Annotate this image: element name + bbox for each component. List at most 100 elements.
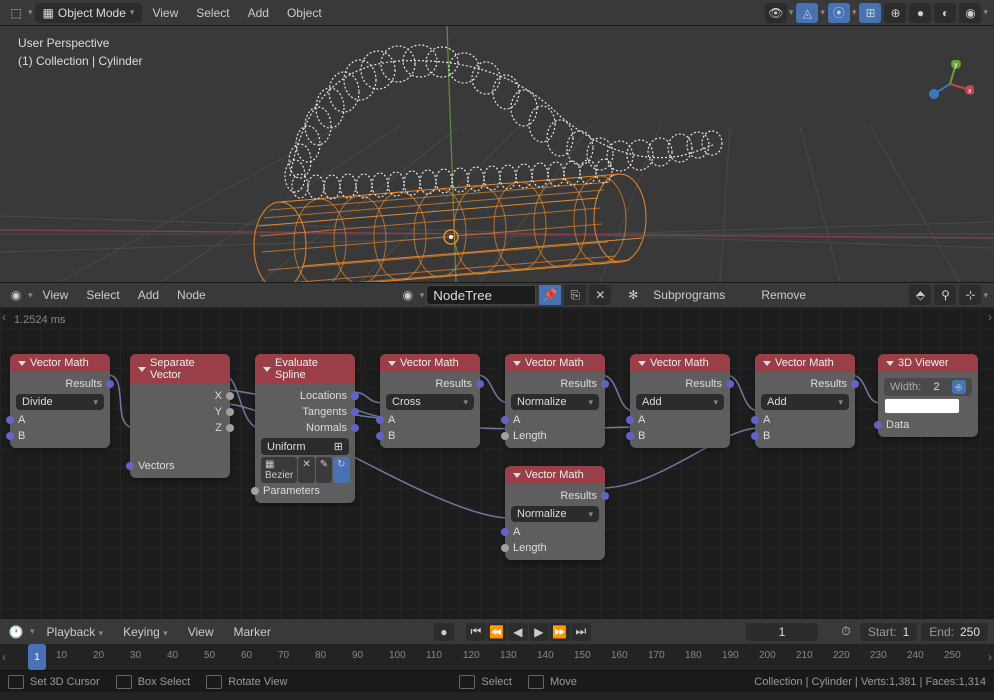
timeline-tick: 40: [167, 650, 178, 661]
operation-dropdown[interactable]: Add▾: [636, 394, 724, 410]
node-node-menu[interactable]: Node: [169, 288, 214, 302]
start-frame-field[interactable]: Start:1: [860, 623, 917, 641]
add-menu[interactable]: Add: [240, 6, 277, 20]
chevron-down-icon[interactable]: ▾: [30, 626, 35, 637]
right-scroll-caret-icon[interactable]: ›: [988, 310, 992, 324]
chevron-down-icon[interactable]: ▾: [420, 290, 425, 301]
editor-type-icon[interactable]: 🕐: [6, 622, 26, 642]
collapse-icon[interactable]: [513, 361, 521, 366]
operation-dropdown[interactable]: Add▾: [761, 394, 849, 410]
jump-end-icon[interactable]: ⏭: [571, 623, 591, 641]
node-vector-math-normalize-2[interactable]: Vector Math Results Normalize▾ A Length: [505, 466, 605, 560]
end-frame-field[interactable]: End:250: [921, 623, 988, 641]
prev-key-icon[interactable]: ⏪: [487, 623, 507, 641]
playback-menu[interactable]: Playback ▾: [39, 625, 112, 639]
refresh-icon[interactable]: ↻: [333, 457, 349, 483]
magnet-icon[interactable]: ⚲: [934, 285, 956, 305]
mode-dropdown[interactable]: ▦ Object Mode ▾: [35, 3, 143, 23]
timeline-tick: 230: [870, 650, 887, 661]
play-icon[interactable]: ▶: [529, 623, 549, 641]
collapse-icon[interactable]: [763, 361, 771, 366]
color-swatch[interactable]: [884, 398, 960, 414]
clear-icon[interactable]: ✕: [298, 457, 314, 483]
axis-gizmo-icon[interactable]: x y: [926, 60, 974, 108]
node-separate-vector[interactable]: Separate Vector X Y Z Vectors: [130, 354, 230, 478]
link-icon[interactable]: ⎆: [952, 380, 966, 394]
snap-type-icon[interactable]: ⊹: [959, 285, 981, 305]
operation-dropdown[interactable]: Cross▾: [386, 394, 474, 410]
timeline-header: 🕐 ▾ Playback ▾ Keying ▾ View Marker ● ⏮ …: [0, 618, 994, 644]
chevron-down-icon[interactable]: ▾: [820, 7, 825, 18]
chevron-down-icon[interactable]: ▾: [852, 7, 857, 18]
node-evaluate-spline[interactable]: Evaluate Spline Locations Tangents Norma…: [255, 354, 355, 503]
operation-dropdown[interactable]: Normalize▾: [511, 394, 599, 410]
node-vector-math-divide[interactable]: Vector Math Results Divide▾ A B: [10, 354, 110, 448]
collapse-icon[interactable]: [638, 361, 646, 366]
playhead[interactable]: 1: [28, 644, 46, 670]
chevron-down-icon[interactable]: ▾: [789, 7, 794, 18]
timeline-ruler[interactable]: ‹ › 1 1020304050607080901001101201301401…: [0, 644, 994, 670]
socket-b: B: [16, 428, 104, 444]
keying-menu[interactable]: Keying ▾: [115, 625, 176, 639]
marker-menu[interactable]: Marker: [225, 625, 278, 639]
duplicate-icon[interactable]: ⎘: [564, 285, 586, 305]
select-menu[interactable]: Select: [188, 6, 237, 20]
collapse-icon[interactable]: [513, 473, 521, 478]
operation-dropdown[interactable]: Divide▾: [16, 394, 104, 410]
chevron-down-icon[interactable]: ▾: [983, 290, 988, 301]
chevron-down-icon[interactable]: ▾: [983, 7, 988, 18]
node-vector-math-cross[interactable]: Vector Math Results Cross▾ A B: [380, 354, 480, 448]
xray-icon[interactable]: ⊞: [859, 3, 881, 23]
collapse-icon[interactable]: [388, 361, 396, 366]
viewport-canvas: [0, 26, 994, 282]
node-editor-canvas[interactable]: ‹ › 1.2524 ms Vector Math Results Divide…: [0, 308, 994, 618]
matprev-shading-icon[interactable]: ◐: [934, 3, 956, 23]
socket-length: Length: [511, 540, 599, 556]
collapse-icon[interactable]: [18, 361, 26, 366]
jump-start-icon[interactable]: ⏮: [466, 623, 486, 641]
subprograms-button[interactable]: Subprograms: [645, 288, 733, 302]
node-add-menu[interactable]: Add: [130, 288, 167, 302]
unlink-x-icon[interactable]: ✕: [589, 285, 611, 305]
preview-range-icon[interactable]: ⏱: [836, 622, 856, 642]
node-select-menu[interactable]: Select: [78, 288, 127, 302]
gizmo-icon[interactable]: ◬: [796, 3, 818, 23]
collapse-icon[interactable]: [138, 367, 146, 372]
editor-type-icon[interactable]: ◉: [6, 285, 26, 305]
resolution-dropdown[interactable]: Uniform⊞: [261, 438, 349, 455]
remove-button[interactable]: Remove: [753, 288, 814, 302]
node-view-menu[interactable]: View: [35, 288, 77, 302]
pin-icon[interactable]: 📌: [539, 285, 561, 305]
view-menu[interactable]: View: [144, 6, 186, 20]
wire-shading-icon[interactable]: ⊕: [884, 3, 906, 23]
nodetree-name-input[interactable]: [426, 285, 536, 305]
node-3d-viewer[interactable]: 3D Viewer Width: 2 ⎆ Data: [878, 354, 978, 437]
solid-shading-icon[interactable]: ●: [909, 3, 931, 23]
spline-picker[interactable]: ▦ Bezier: [261, 457, 297, 483]
node-vector-math-normalize-1[interactable]: Vector Math Results Normalize▾ A Length: [505, 354, 605, 448]
next-key-icon[interactable]: ⏩: [550, 623, 570, 641]
render-shading-icon[interactable]: ◉: [959, 3, 981, 23]
overlay-icon[interactable]: ⦿: [828, 3, 850, 23]
play-rev-icon[interactable]: ◀: [508, 623, 528, 641]
width-field[interactable]: Width: 2 ⎆: [884, 378, 972, 396]
eyedropper-icon[interactable]: ✎: [316, 457, 332, 483]
left-scroll-caret-icon[interactable]: ‹: [2, 310, 6, 324]
socket-a: A: [16, 412, 104, 428]
tl-view-menu[interactable]: View: [180, 625, 222, 639]
editor-type-icon[interactable]: ⬚: [6, 3, 26, 23]
autokey-icon[interactable]: ●: [434, 623, 454, 641]
current-frame-field[interactable]: 1: [746, 623, 818, 641]
nodetree-type-icon[interactable]: ◉: [398, 285, 418, 305]
operation-dropdown[interactable]: Normalize▾: [511, 506, 599, 522]
object-menu[interactable]: Object: [279, 6, 330, 20]
collapse-icon[interactable]: [263, 367, 271, 372]
node-vector-math-add-2[interactable]: Vector Math Results Add▾ A B: [755, 354, 855, 448]
editor-type-chevron-icon[interactable]: ▾: [28, 7, 33, 18]
chevron-down-icon[interactable]: ▾: [28, 290, 33, 301]
selectability-icon[interactable]: 👁: [765, 3, 787, 23]
viewport-3d[interactable]: User Perspective (1) Collection | Cylind…: [0, 26, 994, 282]
collapse-icon[interactable]: [886, 361, 894, 366]
snap-icon[interactable]: ⬘: [909, 285, 931, 305]
node-vector-math-add-1[interactable]: Vector Math Results Add▾ A B: [630, 354, 730, 448]
